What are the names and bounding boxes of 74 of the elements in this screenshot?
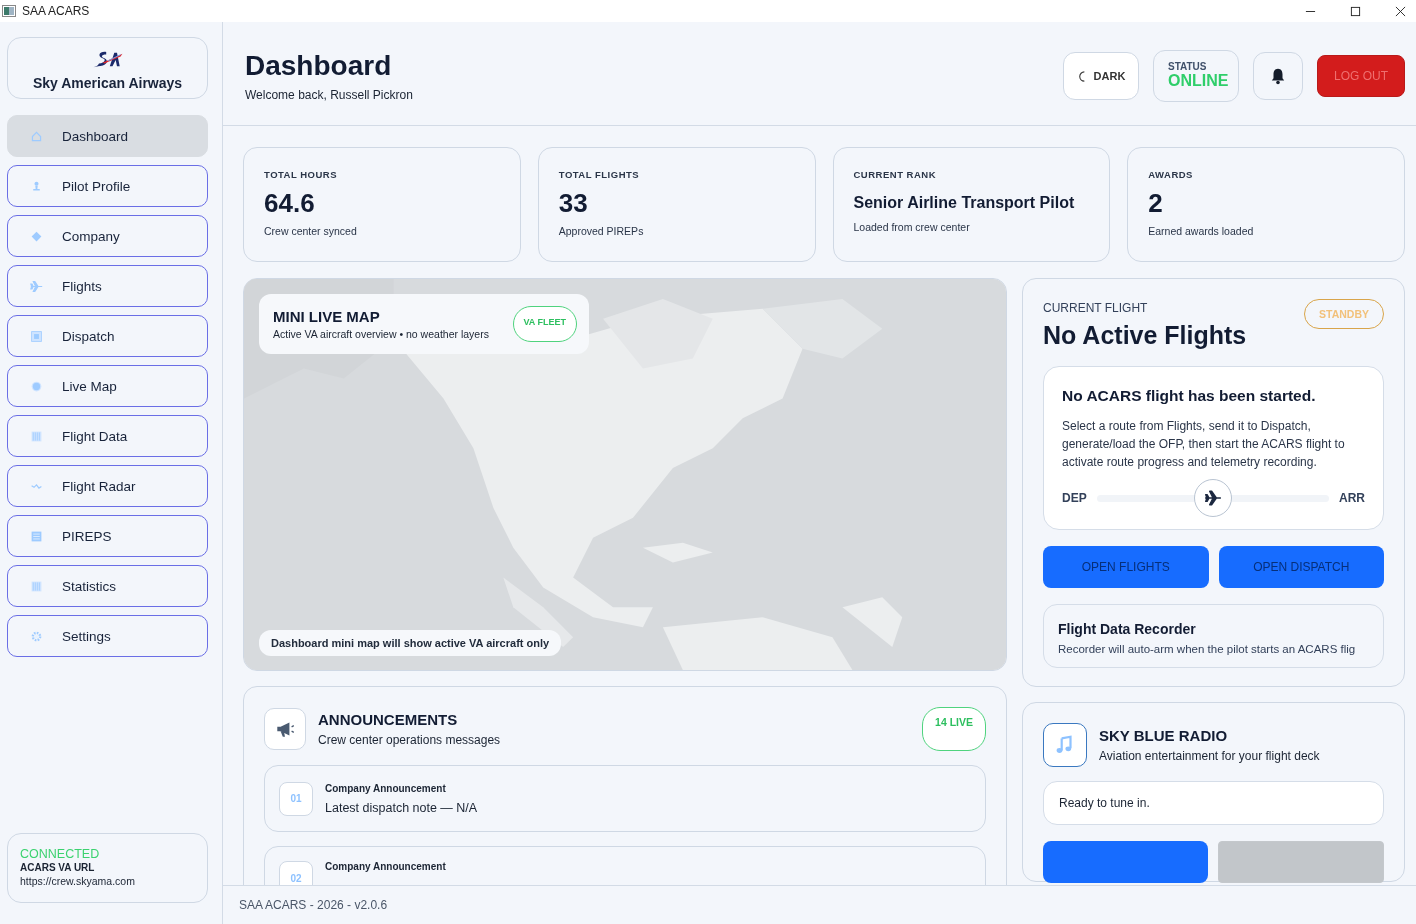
- nav-item[interactable]: Flights: [7, 265, 208, 307]
- stat-note: Loaded from crew center: [853, 221, 971, 233]
- nav-item[interactable]: Settings: [7, 615, 208, 657]
- square-icon: [30, 329, 43, 343]
- nav-item[interactable]: Flight Data: [7, 415, 208, 457]
- close-icon[interactable]: [1395, 5, 1406, 17]
- empty-title: No ACARS flight has been started.: [1062, 387, 1317, 405]
- window-title: SAA ACARS: [22, 4, 91, 18]
- page-title: Dashboard: [245, 50, 393, 82]
- nav-item[interactable]: Dispatch: [7, 315, 208, 357]
- nav-item[interactable]: Statistics: [7, 565, 208, 607]
- nav-item[interactable]: Dashboard: [7, 115, 208, 157]
- map-subtitle: Active VA aircraft overview • no weather layers: [273, 328, 489, 340]
- flight-title: No Active Flights: [1043, 321, 1247, 350]
- arrival-label: ARR: [1339, 491, 1365, 505]
- theme-button[interactable]: DARK: [1063, 52, 1139, 100]
- home-icon: [30, 129, 43, 143]
- recorder-text: Recorder will auto-arm when the pilot starts an ACARS flig: [1058, 643, 1357, 655]
- connection-status: CONNECTED: [20, 847, 101, 861]
- announcement-text: Latest dispatch note — N/A: [325, 800, 478, 815]
- notifications-button[interactable]: [1253, 52, 1303, 100]
- status-value: ONLINE: [1168, 72, 1230, 90]
- section-subtitle: Aviation entertainment for your flight deck: [1099, 749, 1321, 763]
- fleet-badge: VA FLEET: [512, 306, 577, 342]
- airline-name: Sky American Airways: [32, 75, 183, 91]
- maximize-icon[interactable]: [1350, 5, 1361, 17]
- grid-icon: [30, 579, 43, 593]
- map-caption: Dashboard mini map will show active VA aircraft only: [259, 630, 562, 656]
- megaphone-icon: [264, 708, 306, 750]
- section-title: ANNOUNCEMENTS: [318, 711, 459, 728]
- settings-icon: [30, 629, 43, 643]
- nav-item[interactable]: PIREPS: [7, 515, 208, 557]
- stat-label: TOTAL FLIGHTS: [558, 169, 641, 180]
- stat-note: Approved PIREPs: [558, 225, 645, 237]
- stat-value: Senior Airline Transport Pilot: [853, 194, 1076, 212]
- radio-status-field: Ready to tune in.: [1043, 781, 1384, 825]
- nav-item[interactable]: Flight Radar: [7, 465, 208, 507]
- stat-label: CURRENT RANK: [853, 169, 938, 180]
- item-number: 01: [279, 781, 313, 816]
- bell-icon: [1269, 67, 1287, 85]
- announcement-title: Company Announcement: [325, 782, 447, 794]
- stat-value: 33: [558, 188, 589, 219]
- dot-icon: [30, 379, 43, 393]
- empty-text: Select a route from Flights, send it to Dispatch, generate/load the OFP, then start the ACARS flight to activate route progress and telemetry recording.: [1062, 418, 1346, 471]
- plane-icon: [1193, 479, 1232, 517]
- status-label: STATUS: [1168, 61, 1208, 72]
- recorder-title: Flight Data Recorder: [1058, 621, 1197, 637]
- live-count-badge: 14 LIVE: [922, 707, 986, 751]
- stat-value: 2: [1148, 188, 1164, 219]
- section-subtitle: Crew center operations messages: [318, 733, 502, 747]
- footer-text: SAA ACARS - 2026 - v2.0.6: [239, 898, 388, 912]
- map-title: MINI LIVE MAP: [273, 308, 381, 325]
- url-text: https://crew.skyama.com: [20, 875, 136, 887]
- stat-value: 64.6: [264, 188, 316, 219]
- nav-item[interactable]: Company: [7, 215, 208, 257]
- item-number: 02: [279, 861, 313, 885]
- list-icon: [30, 529, 43, 543]
- announcement-title: Company Announcement: [325, 861, 446, 872]
- section-label: CURRENT FLIGHT: [1043, 301, 1149, 315]
- url-label: ACARS VA URL: [20, 862, 96, 873]
- welcome-text: Welcome back, Russell Pickron: [245, 88, 413, 102]
- stat-label: AWARDS: [1148, 169, 1194, 180]
- music-note-icon: [1043, 723, 1087, 767]
- plane-icon: [30, 279, 43, 293]
- nav-item[interactable]: Pilot Profile: [7, 165, 208, 207]
- stat-note: Earned awards loaded: [1148, 225, 1255, 237]
- nav-item[interactable]: Live Map: [7, 365, 208, 407]
- stat-label: TOTAL HOURS: [264, 169, 339, 180]
- grid-icon: [30, 429, 43, 443]
- section-title: SKY BLUE RADIO: [1099, 727, 1229, 744]
- departure-label: DEP: [1062, 491, 1087, 505]
- stat-note: Crew center synced: [264, 225, 358, 237]
- person-icon: [30, 179, 43, 193]
- diamond-icon: [30, 229, 43, 243]
